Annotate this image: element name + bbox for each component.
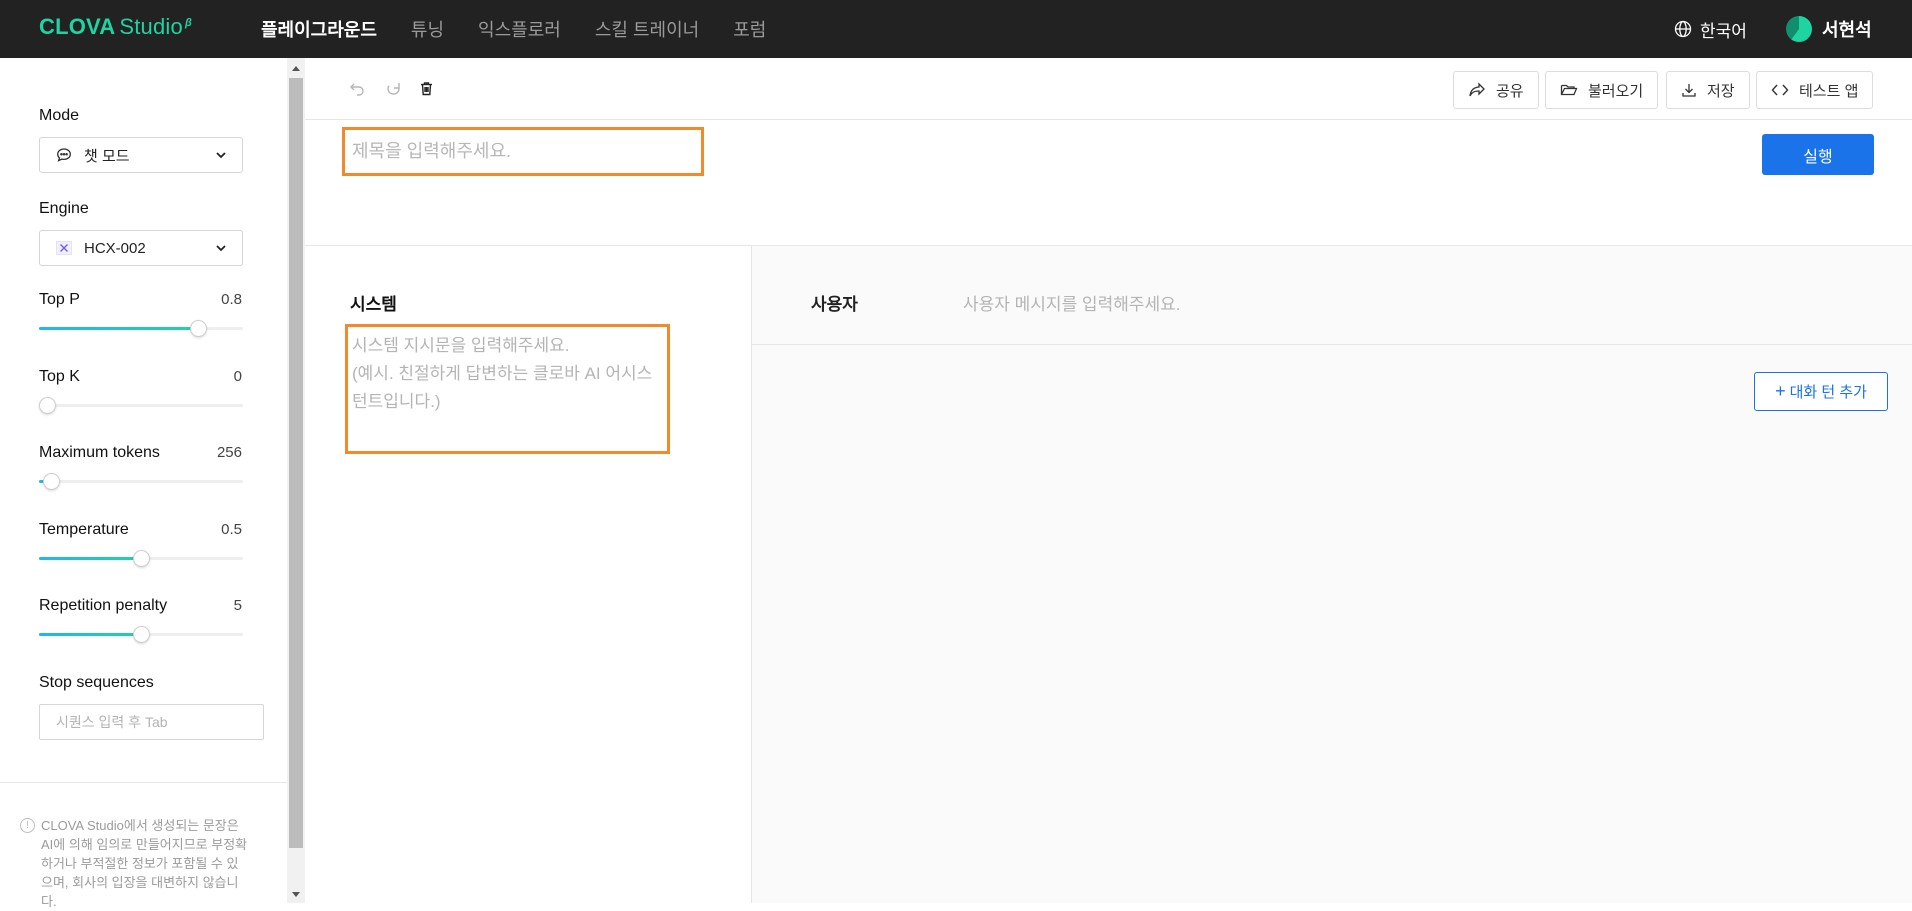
test-app-button[interactable]: 테스트 앱 (1756, 71, 1874, 109)
user-message-row: 사용자 사용자 메시지를 입력해주세요. (752, 246, 1912, 345)
sidebar-scrollbar[interactable] (287, 58, 305, 903)
folder-open-icon (1560, 84, 1578, 96)
top-p-value: 0.8 (221, 291, 242, 308)
engine-value: HCX-002 (84, 239, 146, 257)
globe-icon (1674, 20, 1692, 38)
scroll-up-arrow-icon[interactable] (292, 66, 300, 71)
top-k-label: Top K (39, 368, 80, 385)
download-icon (1682, 84, 1696, 97)
language-selector[interactable]: 한국어 (1674, 0, 1747, 58)
title-input[interactable] (342, 127, 704, 176)
user-name: 서현석 (1822, 20, 1872, 40)
avatar (1786, 16, 1812, 42)
undo-icon[interactable] (349, 80, 366, 102)
system-prompt-input[interactable]: 시스템 지시문을 입력해주세요. (예시. 친절하게 답변하는 클로바 AI 어… (345, 324, 670, 454)
test-app-label: 테스트 앱 (1799, 82, 1859, 100)
user-menu[interactable]: 서현석 (1786, 0, 1872, 58)
engine-label: Engine (39, 200, 89, 217)
repetition-penalty-value: 5 (233, 597, 242, 614)
scroll-down-arrow-icon[interactable] (292, 892, 300, 897)
chevron-down-icon (216, 245, 226, 252)
temperature-value: 0.5 (221, 521, 242, 538)
max-tokens-slider[interactable] (39, 473, 243, 490)
slider-fill (39, 633, 141, 636)
run-button[interactable]: 실행 (1762, 134, 1874, 175)
user-message-input[interactable]: 사용자 메시지를 입력해주세요. (963, 290, 1181, 315)
system-pane: 시스템 시스템 지시문을 입력해주세요. (예시. 친절하게 답변하는 클로바 … (305, 246, 752, 903)
slider-thumb[interactable] (39, 397, 57, 414)
top-k-slider[interactable] (39, 397, 243, 414)
system-title: 시스템 (350, 295, 397, 314)
save-label: 저장 (1707, 82, 1735, 100)
user-role-label: 사용자 (811, 295, 858, 314)
mode-select[interactable]: 챗 모드 (39, 137, 243, 173)
playground-main: 공유 불러오기 저장 테스트 앱 실행 시스템 시스템 지시문을 입력해주세요.… (305, 58, 1912, 903)
nav-explorer[interactable]: 익스플로러 (478, 16, 561, 42)
engine-select[interactable]: HCX-002 (39, 230, 243, 266)
ai-disclaimer: ! CLOVA Studio에서 생성되는 문장은 AI에 의해 임의로 만들어… (20, 816, 248, 911)
stop-sequences-label: Stop sequences (39, 674, 154, 691)
slider-thumb[interactable] (190, 320, 208, 337)
logo-beta: β (184, 17, 192, 29)
load-label: 불러오기 (1588, 82, 1644, 100)
share-icon (1469, 82, 1485, 97)
temperature-label: Temperature (39, 521, 129, 538)
share-button[interactable]: 공유 (1453, 71, 1539, 109)
title-bar: 실행 (305, 120, 1912, 246)
top-p-label: Top P (39, 291, 80, 308)
trash-icon[interactable] (418, 80, 435, 102)
add-turn-button[interactable]: + 대화 턴 추가 (1754, 372, 1888, 411)
nav-forum[interactable]: 포럼 (733, 16, 766, 42)
editor-toolbar: 공유 불러오기 저장 테스트 앱 (305, 58, 1912, 120)
engine-x-icon (56, 241, 72, 255)
parameters-sidebar: Mode 챗 모드 Engine HCX-002 Top P 0.8 Top K… (0, 58, 287, 909)
repetition-penalty-label: Repetition penalty (39, 597, 168, 614)
refresh-icon[interactable] (385, 80, 402, 102)
mode-value: 챗 모드 (84, 147, 130, 165)
divider (0, 782, 287, 783)
slider-thumb[interactable] (43, 473, 61, 490)
slider-track (39, 480, 243, 483)
max-tokens-value: 256 (216, 444, 242, 461)
language-label: 한국어 (1700, 21, 1747, 41)
slider-thumb[interactable] (133, 626, 150, 643)
share-label: 공유 (1496, 82, 1524, 100)
code-icon (1771, 84, 1789, 96)
info-icon: ! (20, 818, 35, 833)
chat-bubble-icon (56, 147, 72, 163)
top-navbar: CLOVA Studio β 플레이그라운드 튜닝 익스플로러 스킬 트레이너 … (0, 0, 1912, 58)
repetition-penalty-slider[interactable] (39, 626, 243, 643)
save-button[interactable]: 저장 (1666, 71, 1750, 109)
top-k-value: 0 (233, 368, 242, 385)
disclaimer-text: CLOVA Studio에서 생성되는 문장은 AI에 의해 임의로 만들어지므… (41, 818, 248, 909)
conversation-pane: 사용자 사용자 메시지를 입력해주세요. + 대화 턴 추가 (752, 246, 1912, 903)
add-turn-label: 대화 턴 추가 (1789, 384, 1867, 401)
slider-fill (39, 327, 199, 330)
temperature-slider[interactable] (39, 550, 243, 567)
main-nav: 플레이그라운드 튜닝 익스플로러 스킬 트레이너 포럼 (261, 0, 800, 58)
nav-skill-trainer[interactable]: 스킬 트레이너 (595, 16, 699, 42)
plus-icon: + (1775, 381, 1786, 401)
stop-sequences-input[interactable] (39, 704, 264, 740)
scrollbar-thumb[interactable] (289, 78, 303, 848)
logo-suffix: Studio (119, 14, 183, 39)
mode-label: Mode (39, 107, 80, 124)
load-button[interactable]: 불러오기 (1545, 71, 1659, 109)
logo-brand: CLOVA (39, 14, 116, 39)
chevron-down-icon (216, 152, 226, 159)
slider-thumb[interactable] (133, 550, 150, 567)
slider-track (39, 404, 243, 407)
nav-playground[interactable]: 플레이그라운드 (261, 16, 377, 42)
top-p-slider[interactable] (39, 320, 243, 337)
clova-studio-logo[interactable]: CLOVA Studio β (39, 14, 192, 44)
max-tokens-label: Maximum tokens (39, 444, 160, 461)
nav-tuning[interactable]: 튜닝 (411, 16, 444, 42)
slider-fill (39, 557, 141, 560)
